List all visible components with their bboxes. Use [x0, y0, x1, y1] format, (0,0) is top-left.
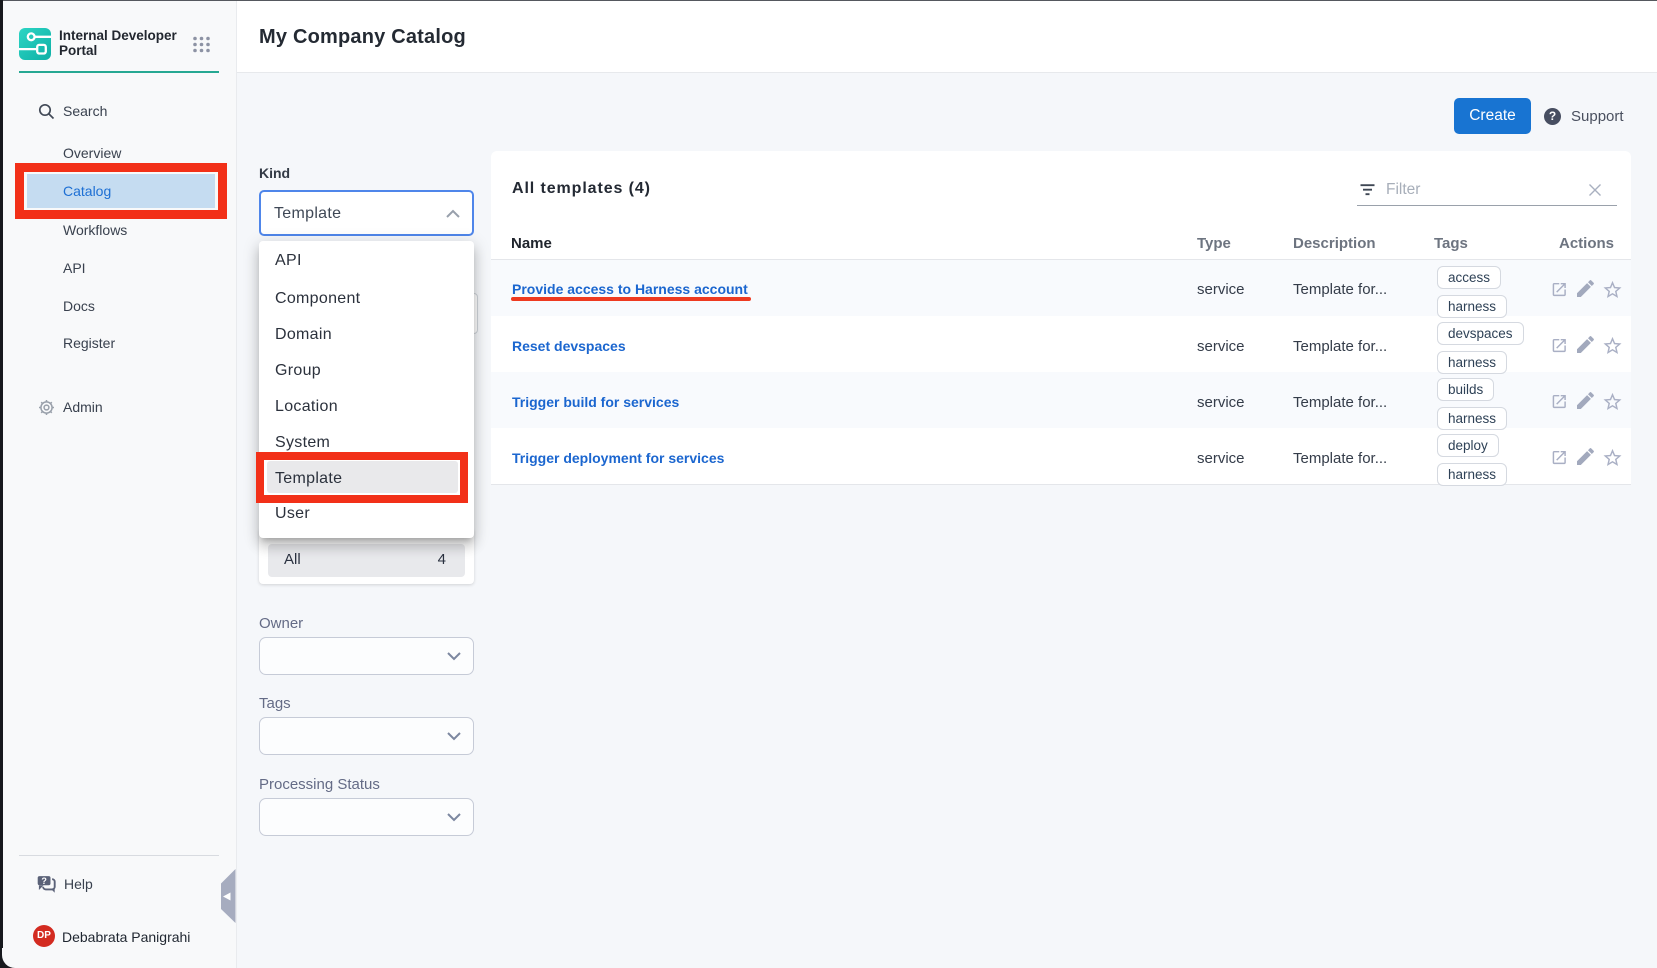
- svg-text:?: ?: [41, 876, 47, 886]
